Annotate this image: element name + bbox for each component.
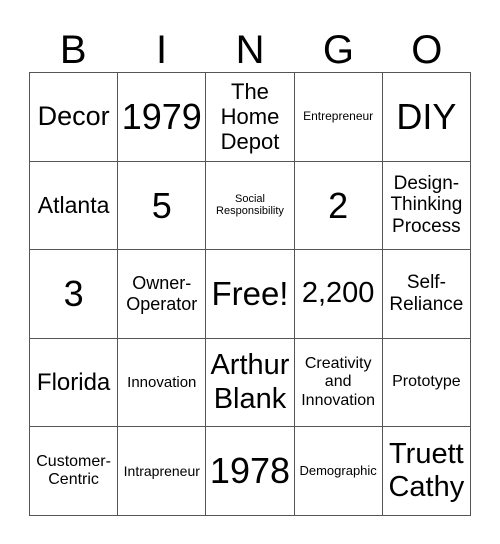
bingo-cell[interactable]: Social Responsibility	[205, 160, 295, 251]
bingo-cell[interactable]: Demographic	[293, 426, 383, 516]
grid-row: Customer-Centric Intrapreneur 1978 Demograp…	[28, 426, 472, 516]
grid-row: Florida Innovation Arthur Blank Creativity …	[28, 337, 472, 428]
header-letter-n: N	[235, 28, 265, 72]
header-letter-o: O	[411, 28, 443, 72]
bingo-cell[interactable]: 2	[293, 160, 383, 251]
bingo-header: B I N G O	[29, 26, 471, 74]
bingo-cell[interactable]: 1978	[205, 426, 295, 516]
header-letter-g: G	[322, 28, 354, 72]
bingo-cell[interactable]: Owner-Operator	[117, 249, 207, 339]
grid-row: Atlanta 5 Social Responsibility 2 Design-Thi…	[28, 160, 472, 251]
grid-row: Decor 1979 The Home Depot Entrepreneur DIY	[28, 72, 472, 162]
header-letter-i: I	[156, 28, 168, 72]
header-letter-b: B	[59, 28, 87, 72]
bingo-cell[interactable]: Creativity and Innovation	[293, 337, 383, 428]
bingo-cell[interactable]: 1979	[117, 72, 207, 162]
grid-row: 3 Owner-Operator Free! 2,200 Self-Reliance	[28, 249, 472, 339]
bingo-cell[interactable]: 3	[28, 249, 119, 339]
bingo-cell[interactable]: 5	[117, 160, 207, 251]
bingo-cell[interactable]: Arthur Blank	[205, 337, 295, 428]
bingo-cell[interactable]: Self-Reliance	[381, 249, 472, 339]
bingo-cell[interactable]: Free!	[205, 249, 295, 339]
bingo-cell[interactable]: Florida	[28, 337, 119, 428]
bingo-grid: Decor 1979 The Home Depot Entrepreneur DIY At…	[28, 72, 472, 516]
bingo-cell[interactable]: Intrapreneur	[117, 426, 207, 516]
bingo-cell[interactable]: Prototype	[381, 337, 472, 428]
bingo-cell[interactable]: Decor	[28, 72, 119, 162]
bingo-cell[interactable]: Design-Thinking Process	[381, 160, 472, 251]
bingo-cell[interactable]: Truett Cathy	[381, 426, 472, 516]
bingo-cell[interactable]: Innovation	[117, 337, 207, 428]
bingo-cell[interactable]: The Home Depot	[205, 72, 295, 162]
bingo-cell[interactable]: DIY	[381, 72, 472, 162]
bingo-cell[interactable]: Entrepreneur	[293, 72, 383, 162]
bingo-cell[interactable]: Customer-Centric	[28, 426, 119, 516]
bingo-cell[interactable]: Atlanta	[28, 160, 119, 251]
bingo-cell[interactable]: 2,200	[293, 249, 383, 339]
